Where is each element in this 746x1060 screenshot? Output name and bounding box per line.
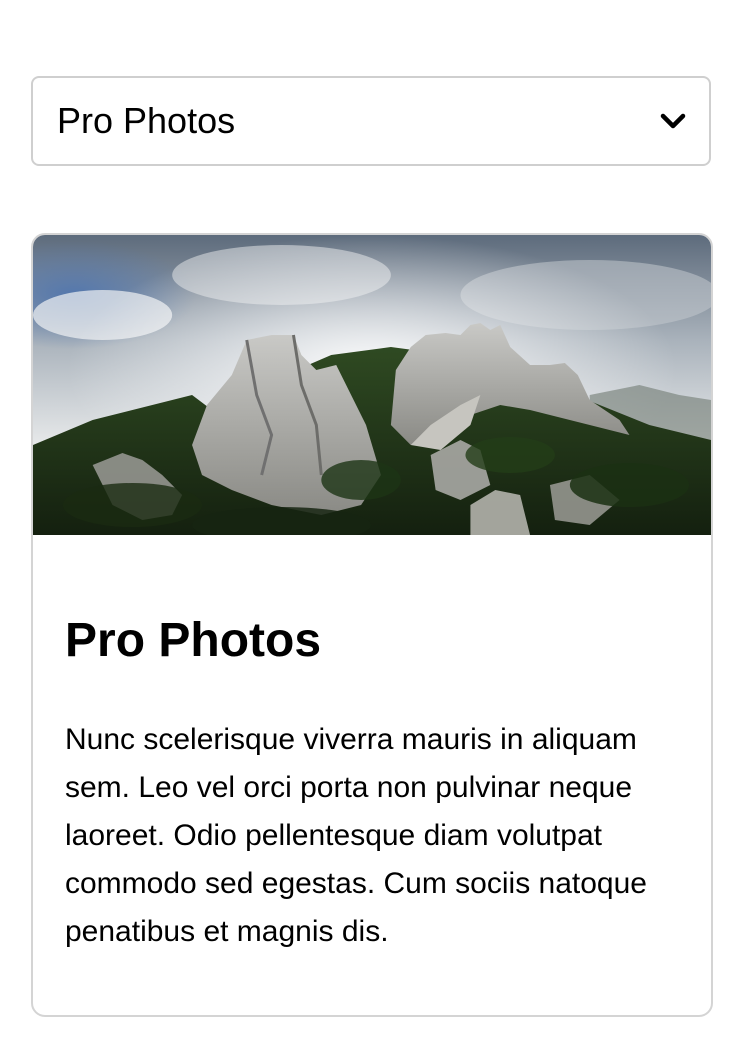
chevron-down-icon	[659, 111, 687, 131]
photo-card: Pro Photos Nunc scelerisque viverra maur…	[31, 233, 713, 1017]
mountain-photo	[33, 235, 711, 535]
card-title: Pro Photos	[65, 614, 322, 667]
category-select-value: Pro Photos	[57, 100, 236, 141]
page: Pro Photos Pro Photos Nunc scelerisque v…	[0, 0, 746, 1060]
card-body: Pro Photos Nunc scelerisque viverra maur…	[33, 535, 711, 956]
category-select[interactable]: Pro Photos	[31, 76, 711, 166]
card-description: Nunc scelerisque viverra mauris in aliqu…	[65, 722, 647, 948]
